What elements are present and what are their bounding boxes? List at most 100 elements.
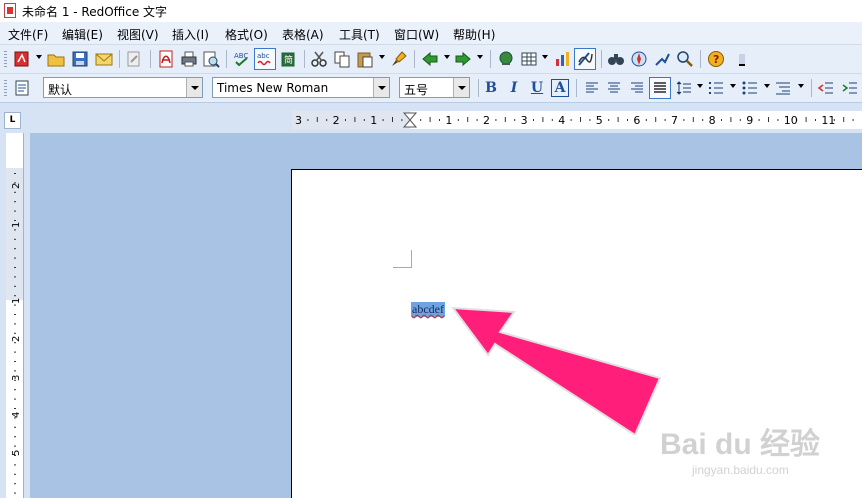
align-right-icon[interactable] (626, 77, 648, 99)
ruler-tick (14, 426, 16, 428)
menu-tools[interactable]: 工具(T) (339, 26, 380, 43)
ruler-tick (504, 117, 506, 122)
font-name-select[interactable]: Times New Roman (212, 77, 390, 98)
outline-dropdown-arrow[interactable] (798, 84, 804, 88)
ruler-label: 7 (671, 114, 678, 127)
menu-file[interactable]: 文件(F) (8, 26, 48, 43)
table-dropdown-arrow[interactable] (542, 55, 548, 59)
ruler-tick (843, 117, 845, 122)
italic-button[interactable]: I (505, 79, 523, 97)
watermark-site: jingyan.baidu.com (692, 463, 789, 477)
open-folder-icon[interactable] (45, 48, 67, 70)
ruler-label: 10 (784, 114, 798, 127)
ruler-tick (664, 119, 666, 121)
find-binoculars-icon[interactable] (605, 48, 627, 70)
zoom-magnifier-icon[interactable] (674, 48, 696, 70)
justify-icon[interactable] (649, 77, 671, 99)
align-left-icon[interactable] (581, 77, 603, 99)
indent-marker[interactable] (402, 112, 418, 128)
menu-insert[interactable]: 插入(I) (172, 26, 209, 43)
line-spacing-dropdown-arrow[interactable] (697, 84, 703, 88)
toolbar-separator (601, 50, 602, 68)
menu-help[interactable]: 帮助(H) (453, 26, 495, 43)
ruler-tick (392, 117, 393, 122)
new-dropdown-arrow[interactable] (36, 55, 42, 59)
export-pdf-icon[interactable] (155, 48, 177, 70)
increase-indent-icon[interactable] (839, 77, 861, 99)
auto-spellcheck-icon[interactable]: abc (254, 48, 276, 70)
toolbar-separator (490, 50, 491, 68)
ruler-tick (14, 332, 16, 334)
paste-icon[interactable] (354, 48, 376, 70)
numbering-dropdown-arrow[interactable] (730, 84, 736, 88)
decrease-indent-icon[interactable] (815, 77, 837, 99)
bullets-icon[interactable] (739, 77, 761, 99)
horizontal-ruler[interactable]: 3 2 1 1 2 3 4 5 6 7 8 9 10 11 (292, 111, 862, 129)
edit-file-icon[interactable] (123, 48, 145, 70)
hyperlink-icon[interactable] (495, 48, 517, 70)
toolbar-grip[interactable] (4, 80, 7, 96)
ruler-tick (589, 119, 591, 121)
align-center-icon[interactable] (603, 77, 625, 99)
thesaurus-icon[interactable]: 简 (277, 48, 299, 70)
undo-dropdown-arrow[interactable] (444, 55, 450, 59)
cut-icon[interactable] (308, 48, 330, 70)
redo-dropdown-arrow[interactable] (477, 55, 483, 59)
new-document-icon[interactable] (11, 48, 33, 70)
tab-stop-selector[interactable]: L (4, 112, 21, 129)
toolbar-overflow-icon[interactable] (731, 48, 753, 70)
help-icon[interactable]: ? (705, 48, 727, 70)
ruler-label: 3 (295, 114, 302, 127)
navigator-icon[interactable] (628, 48, 650, 70)
ruler-tick (439, 119, 440, 121)
styles-icon[interactable] (11, 77, 33, 99)
menu-window[interactable]: 窗口(W) (394, 26, 439, 43)
undo-arrow-icon[interactable] (419, 48, 441, 70)
bold-button[interactable]: B (482, 79, 500, 97)
format-paintbrush-icon[interactable] (388, 48, 410, 70)
bullets-dropdown-arrow[interactable] (764, 84, 770, 88)
svg-text:简: 简 (284, 54, 293, 66)
toolbar-separator (811, 79, 812, 97)
paste-dropdown-arrow[interactable] (379, 55, 385, 59)
chevron-down-icon[interactable] (186, 78, 202, 97)
ruler-tick (14, 238, 16, 240)
redo-arrow-icon[interactable] (452, 48, 474, 70)
save-icon[interactable] (69, 48, 91, 70)
ruler-tick (14, 436, 16, 438)
ruler-tick (570, 119, 572, 121)
ruler-area: L 3 2 1 1 2 3 4 5 6 7 8 9 10 11 (0, 103, 862, 133)
chart-icon[interactable] (551, 48, 573, 70)
menu-view[interactable]: 视图(V) (117, 26, 159, 43)
email-icon[interactable] (93, 48, 115, 70)
formatting-toolbar: 默认 Times New Roman 五号 B I U A (0, 74, 862, 103)
line-spacing-icon[interactable] (673, 77, 695, 99)
selected-text[interactable]: abcdef (411, 302, 445, 317)
gallery-icon[interactable] (651, 48, 673, 70)
print-icon[interactable] (178, 48, 200, 70)
horizontal-ruler-scale: 3 2 1 1 2 3 4 5 6 7 8 9 10 11 (295, 112, 854, 128)
table-icon[interactable] (518, 48, 540, 70)
shadow-button[interactable]: A (551, 79, 569, 97)
outline-icon[interactable] (772, 77, 794, 99)
paragraph-style-select[interactable]: 默认 (43, 77, 203, 98)
menu-table[interactable]: 表格(A) (282, 26, 324, 43)
underline-button[interactable]: U (528, 79, 546, 97)
ruler-tick (14, 267, 16, 268)
vertical-ruler[interactable]: 2 1 1 2 3 4 5 (6, 133, 24, 498)
toolbar-grip[interactable] (4, 51, 7, 67)
toolbar-separator (150, 50, 151, 68)
print-preview-icon[interactable] (200, 48, 222, 70)
chevron-down-icon[interactable] (373, 78, 389, 97)
menu-edit[interactable]: 编辑(E) (62, 26, 103, 43)
font-size-select[interactable]: 五号 (399, 77, 470, 98)
chevron-down-icon[interactable] (453, 78, 469, 97)
ruler-tick (542, 117, 544, 122)
ruler-tick (345, 119, 346, 121)
annotation-arrow (450, 306, 662, 435)
copy-icon[interactable] (331, 48, 353, 70)
menu-format[interactable]: 格式(O) (225, 26, 268, 43)
numbering-icon[interactable] (705, 77, 727, 99)
draw-functions-icon[interactable] (574, 48, 596, 70)
spellcheck-icon[interactable]: ABC (231, 48, 253, 70)
